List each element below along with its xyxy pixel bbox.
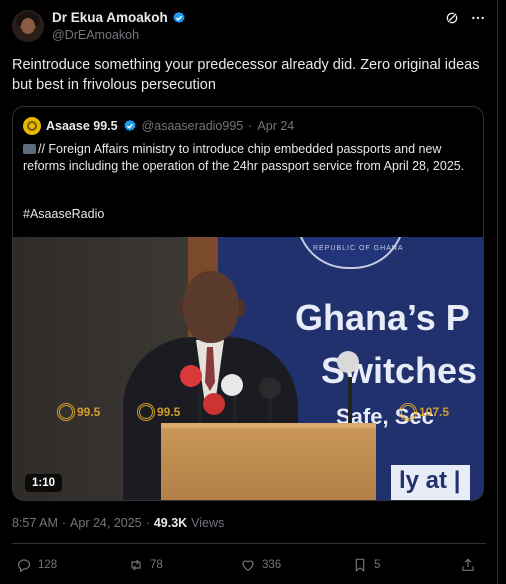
video-podium — [161, 423, 376, 500]
video-duration: 1:10 — [25, 474, 63, 492]
mic-stand — [198, 387, 202, 427]
repost-count: 78 — [150, 559, 163, 571]
divider — [12, 543, 486, 544]
video-banner-line-1: Ghana’s P — [295, 297, 470, 338]
author-handle[interactable]: @DrEAmoakoh — [52, 28, 139, 42]
column-border — [497, 0, 498, 584]
repost-button[interactable]: 78 — [128, 557, 163, 573]
tweet-header: Dr Ekua Amoakoh @DrEAmoakoh — [12, 8, 486, 48]
reply-button[interactable]: 128 — [16, 557, 57, 573]
microphone — [259, 377, 281, 399]
quoted-header: Asaase 99.5 @asaaseradio995 · Apr 24 — [23, 117, 294, 135]
author-display-name[interactable]: Dr Ekua Amoakoh — [52, 10, 168, 25]
video-watermark-text: 99.5 — [77, 405, 101, 419]
video-watermark-text: 99.5 — [157, 405, 181, 419]
bookmark-icon — [355, 558, 365, 572]
quoted-avatar[interactable] — [23, 117, 41, 135]
video-watermark: 107.5 — [399, 403, 449, 421]
quoted-text: // Foreign Affairs ministry to introduce… — [23, 142, 465, 173]
quoted-tweet[interactable]: Asaase 99.5 @asaaseradio995 · Apr 24 // … — [12, 106, 484, 501]
meta-separator: · — [61, 516, 67, 530]
quoted-handle[interactable]: @asaaseradio995 — [142, 119, 244, 133]
video-watermark-text: 107.5 — [419, 405, 450, 419]
share-button[interactable] — [460, 557, 476, 573]
mic-stand — [348, 377, 352, 427]
bookmark-count: 5 — [374, 559, 381, 571]
heart-icon — [242, 560, 254, 572]
views-count[interactable]: 49.3K — [154, 516, 187, 530]
tweet-text: Reintroduce something your predecessor a… — [12, 57, 480, 93]
action-bar: 128 78 336 5 — [16, 557, 482, 577]
microphone — [203, 393, 225, 415]
video-banner-bottom: ly at | — [391, 465, 471, 500]
share-icon — [462, 558, 474, 571]
video-watermark: 99.5 — [57, 403, 100, 421]
like-count: 336 — [262, 559, 282, 571]
quoted-hashtag[interactable]: #AsaaseRadio — [23, 207, 104, 221]
reply-count: 128 — [38, 559, 58, 571]
views-label: Views — [191, 516, 225, 530]
quoted-date[interactable]: Apr 24 — [257, 119, 294, 133]
header-actions — [444, 10, 486, 26]
video-speaker-head — [183, 271, 239, 343]
quoted-separator: · — [248, 119, 253, 133]
quoted-text-block: // Foreign Affairs ministry to introduce… — [23, 141, 473, 175]
microphone — [180, 365, 202, 387]
repost-icon — [131, 559, 141, 571]
author-name-row: Dr Ekua Amoakoh — [52, 10, 186, 25]
microphone — [337, 351, 359, 373]
quoted-display-name[interactable]: Asaase 99.5 — [46, 119, 118, 133]
video-seal-text: REPUBLIC OF GHANA — [313, 245, 404, 252]
tweet-date[interactable]: Apr 24, 2025 — [70, 516, 142, 530]
video-player[interactable]: REPUBLIC OF GHANA Ghana’s P Switches Saf… — [13, 237, 483, 500]
tweet-meta: 8:57 AM · Apr 24, 2025 · 49.3K Views — [12, 516, 224, 530]
microphone — [221, 374, 243, 396]
avatar[interactable] — [12, 10, 44, 42]
video-camera-icon — [23, 144, 36, 154]
video-watermark: 99.5 — [137, 403, 180, 421]
verified-badge-icon — [123, 119, 136, 131]
reply-icon — [18, 559, 31, 573]
tweet-time[interactable]: 8:57 AM — [12, 516, 58, 530]
meta-separator: · — [145, 516, 150, 530]
like-button[interactable]: 336 — [240, 557, 281, 573]
bookmark-button[interactable]: 5 — [352, 557, 380, 573]
more-icon[interactable] — [470, 10, 486, 26]
grok-icon[interactable] — [444, 10, 460, 26]
verified-badge-icon — [173, 11, 185, 23]
